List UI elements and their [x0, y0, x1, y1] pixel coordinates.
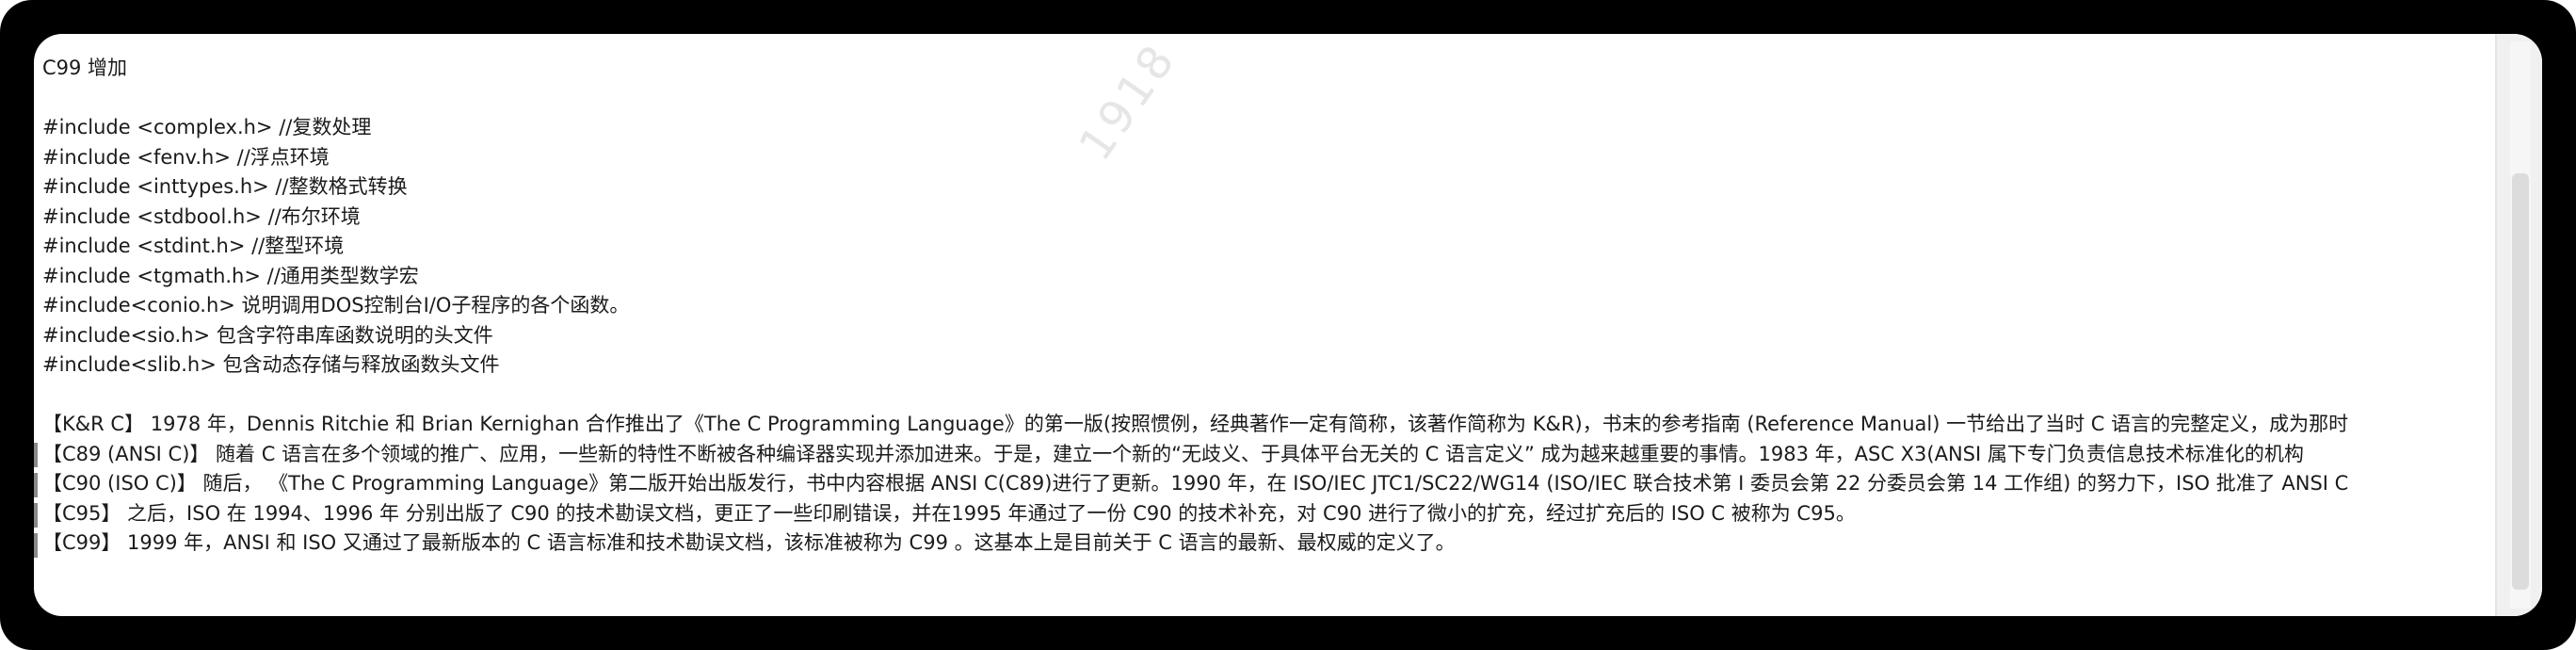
include-line: #include <complex.h> //复数处理	[42, 116, 372, 138]
scrollbar-thumb[interactable]	[2512, 173, 2529, 590]
history-paragraph-c90: 【C90 (ISO C)】 随后， 《The C Programming Lan…	[42, 472, 2349, 495]
include-line: #include <inttypes.h> //整数格式转换	[42, 175, 408, 198]
wrap-marker	[34, 503, 38, 528]
wrap-marker	[34, 473, 38, 497]
include-line: #include<conio.h> 说明调用DOS控制台I/O子程序的各个函数。	[42, 294, 630, 317]
include-line: #include <stdbool.h> //布尔环境	[42, 204, 361, 228]
text-editor-window: 1918 +8610 C99 增加 #include <complex.h> /…	[34, 34, 2542, 616]
wrap-marker	[34, 443, 38, 467]
include-line: #include <fenv.h> //浮点环境	[42, 145, 330, 169]
include-line: #include<sio.h> 包含字符串库函数说明的头文件	[42, 323, 493, 347]
history-paragraph-kr-c: 【K&R C】 1978 年，Dennis Ritchie 和 Brian Ke…	[42, 413, 2349, 435]
history-paragraph-c89: 【C89 (ANSI C)】 随着 C 语言在多个领域的推广、应用，一些新的特性…	[42, 442, 2304, 465]
line-wrap-markers	[34, 411, 40, 599]
watermark: 1918 +8610	[1069, 34, 1296, 171]
doc-heading: C99 增加	[42, 57, 128, 79]
history-paragraph-c95: 【C95】 之后，ISO 在 1994、1996 年 分别出版了 C90 的技术…	[42, 501, 1856, 525]
text-area[interactable]: 1918 +8610 C99 增加 #include <complex.h> /…	[34, 34, 2497, 616]
screenshot-frame: 1918 +8610 C99 增加 #include <complex.h> /…	[0, 0, 2576, 650]
history-paragraph-c99: 【C99】 1999 年，ANSI 和 ISO 又通过了最新版本的 C 语言标准…	[42, 531, 1456, 554]
include-line: #include <tgmath.h> //通用类型数学宏	[42, 264, 419, 287]
include-line: #include<slib.h> 包含动态存储与释放函数头文件	[42, 353, 500, 376]
wrap-marker	[34, 533, 38, 558]
vertical-scrollbar[interactable]	[2497, 34, 2542, 616]
include-line: #include <stdint.h> //整型环境	[42, 235, 345, 257]
